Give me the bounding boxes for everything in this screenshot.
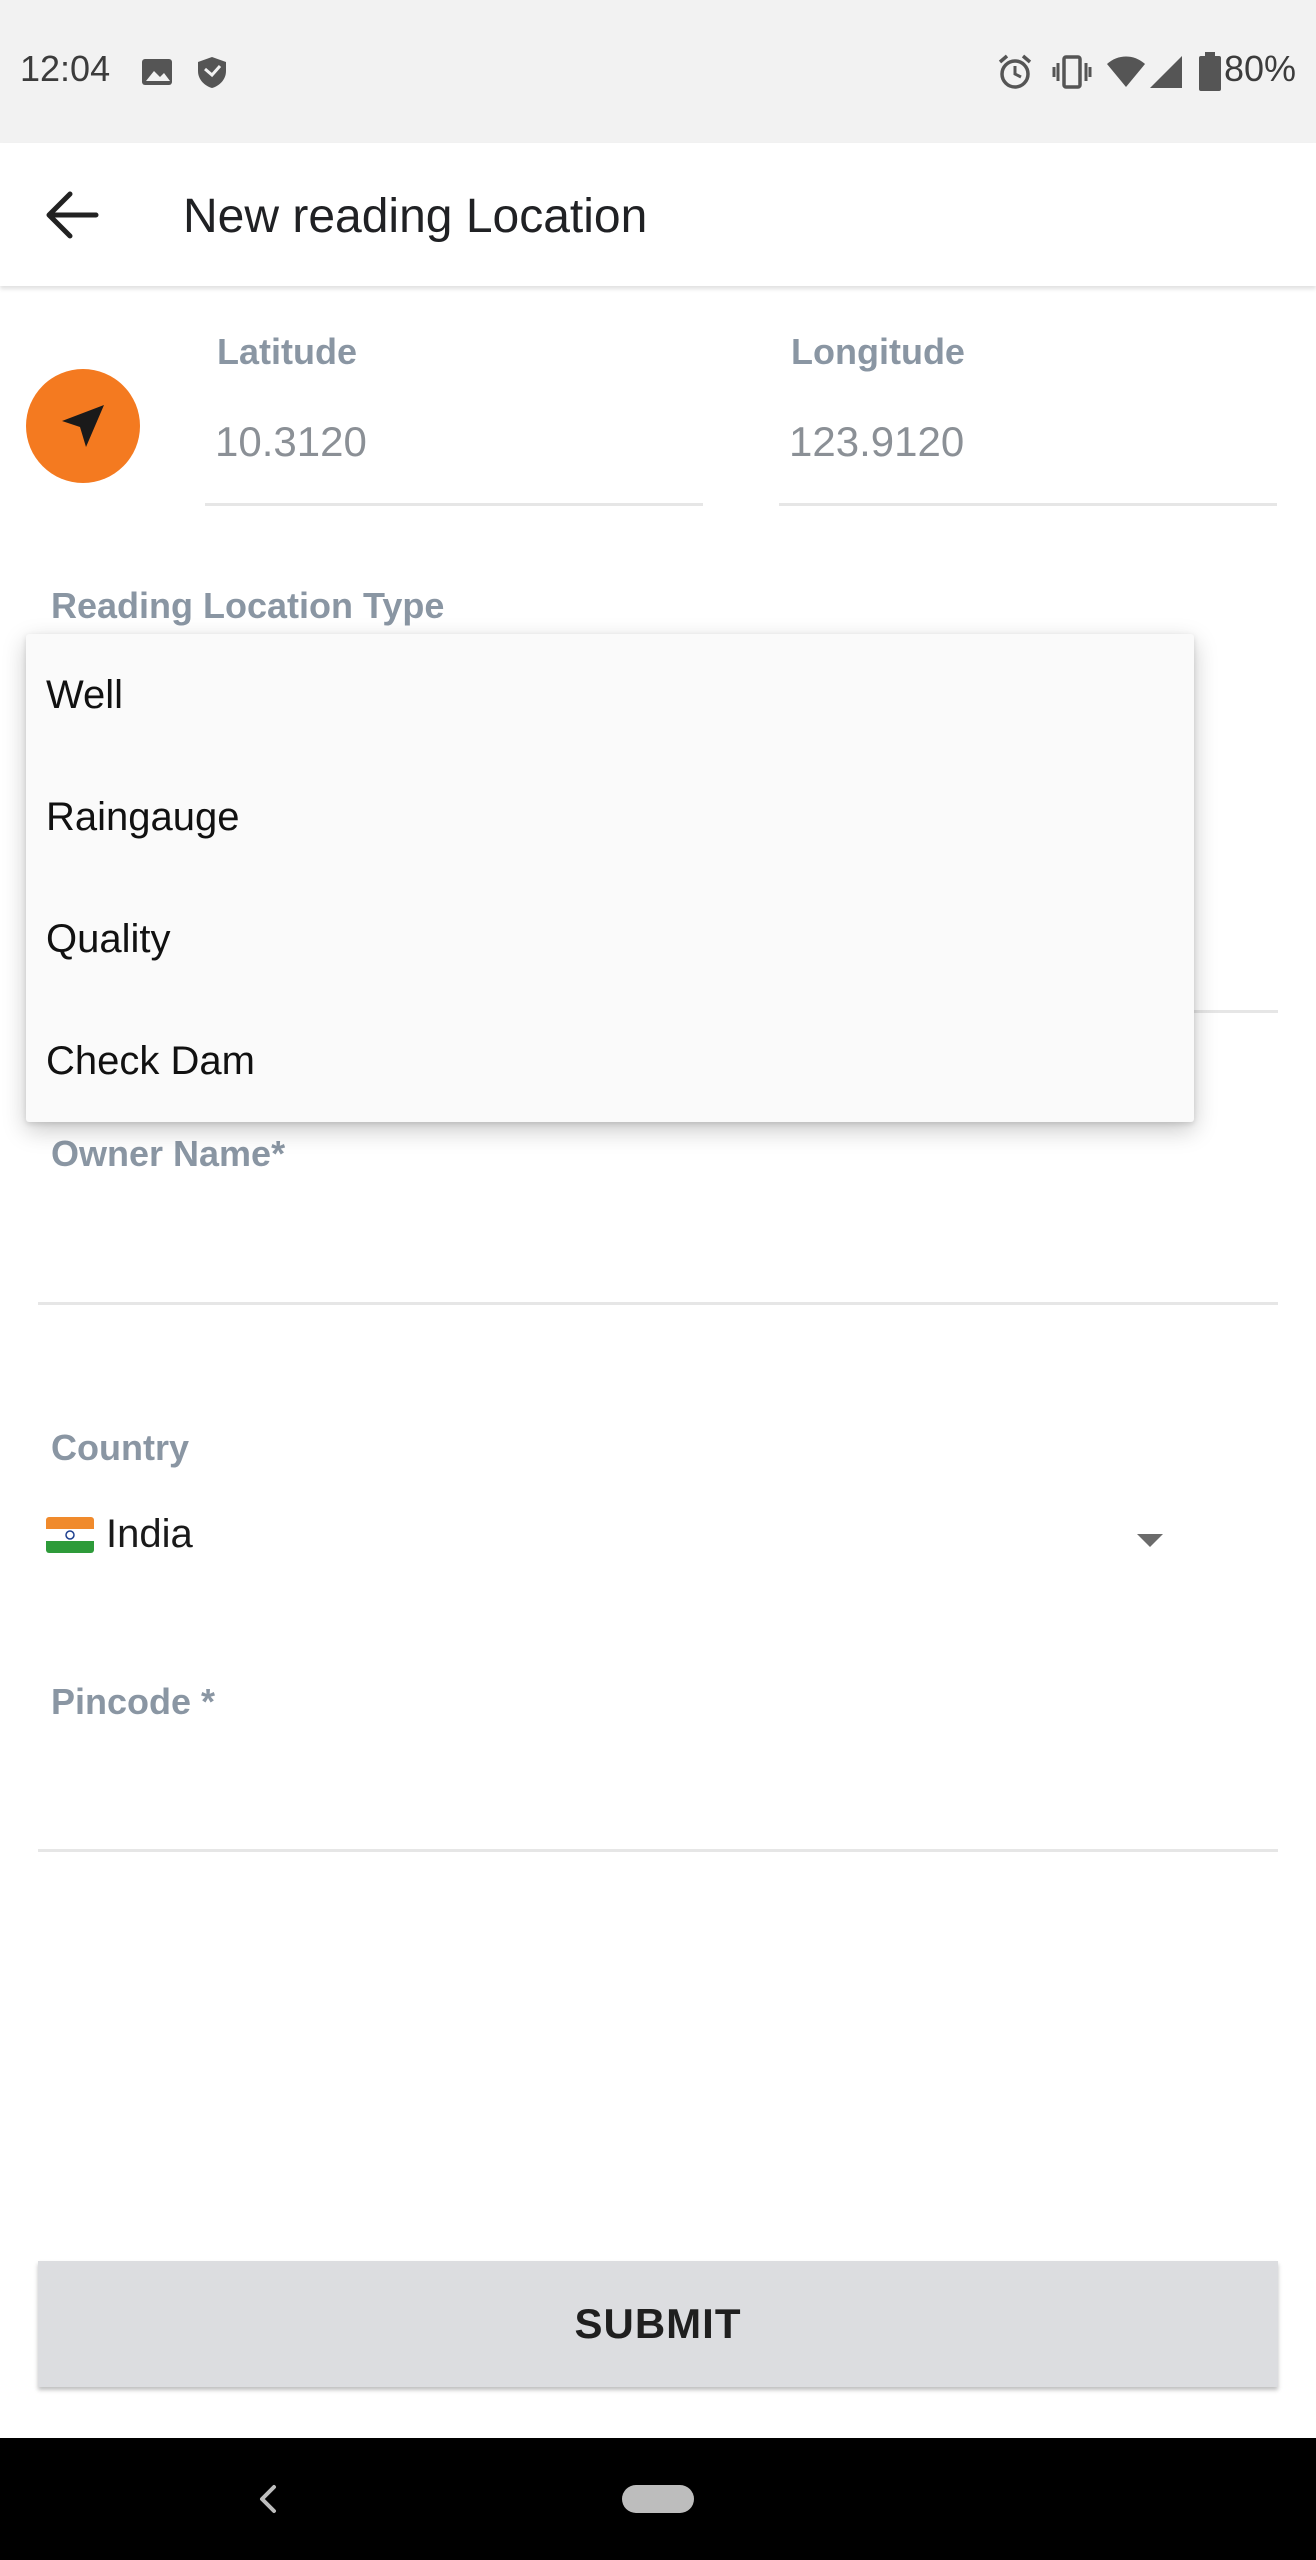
reading-location-type-menu: Well Raingauge Quality Check Dam	[26, 634, 1194, 1122]
app-bar: New reading Location	[0, 143, 1316, 286]
battery-percent: 80%	[1223, 48, 1296, 89]
country-label: Country	[51, 1427, 189, 1468]
owner-name-input[interactable]	[38, 1180, 1278, 1300]
status-time: 12:04	[20, 48, 111, 89]
country-value: India	[106, 1512, 193, 1556]
nav-home-pill[interactable]	[622, 2485, 694, 2513]
page-title: New reading Location	[183, 190, 648, 243]
owner-name-underline	[38, 1302, 1278, 1305]
latitude-label: Latitude	[217, 331, 357, 372]
india-flag-icon	[46, 1516, 94, 1553]
submit-button[interactable]: SUBMIT	[38, 2261, 1278, 2387]
pincode-input[interactable]	[38, 1730, 1278, 1850]
image-icon	[142, 59, 172, 85]
reading-location-type-label: Reading Location Type	[51, 585, 445, 626]
pincode-underline	[38, 1849, 1278, 1852]
nav-back-icon[interactable]	[248, 2474, 288, 2524]
country-dropdown-toggle[interactable]	[1120, 1495, 1180, 1585]
alarm-icon	[998, 54, 1032, 89]
longitude-input[interactable]: 123.9120	[789, 418, 964, 466]
signal-icon	[1150, 56, 1182, 88]
pincode-label: Pincode *	[51, 1681, 216, 1722]
menu-item-well[interactable]: Well	[26, 634, 1194, 756]
latitude-underline	[205, 503, 703, 506]
menu-item-quality[interactable]: Quality	[26, 878, 1194, 1000]
menu-item-check-dam[interactable]: Check Dam	[26, 1000, 1194, 1122]
vibrate-icon	[1052, 55, 1092, 89]
wifi-icon	[1107, 56, 1145, 87]
chevron-down-icon	[1137, 1533, 1163, 1547]
back-button[interactable]	[30, 173, 114, 257]
latitude-input[interactable]: 10.3120	[215, 418, 367, 466]
status-bar: 12:04 80%	[0, 0, 1316, 143]
shield-icon	[198, 57, 226, 88]
longitude-label: Longitude	[791, 331, 965, 372]
owner-name-label: Owner Name*	[51, 1133, 286, 1174]
country-select[interactable]: India	[46, 1512, 193, 1557]
arrow-left-icon	[46, 191, 99, 239]
navigation-arrow-icon	[62, 405, 104, 447]
longitude-underline	[779, 503, 1277, 506]
navigation-bar	[0, 2438, 1316, 2560]
locate-button[interactable]	[26, 369, 140, 483]
battery-icon	[1199, 52, 1221, 91]
menu-item-raingauge[interactable]: Raingauge	[26, 756, 1194, 878]
